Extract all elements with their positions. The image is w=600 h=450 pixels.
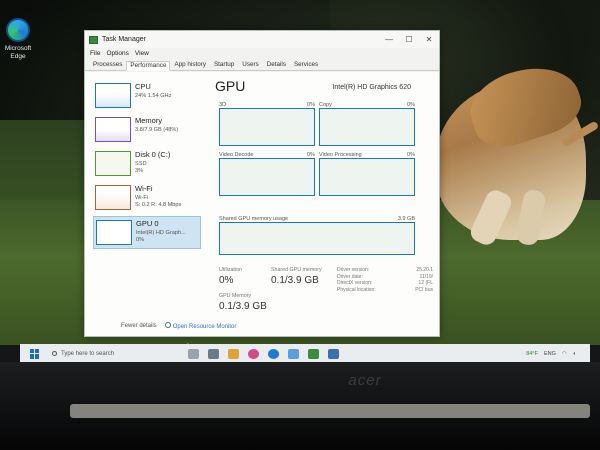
minimize-button[interactable]: —	[379, 35, 399, 44]
task-view-icon[interactable]	[188, 348, 199, 359]
language-indicator[interactable]: ENG	[544, 351, 556, 357]
app-icon[interactable]	[288, 348, 299, 359]
wifi-mini-graph	[95, 185, 131, 210]
system-tray: 84°F ENG ◠ ◖	[526, 351, 590, 357]
window-title: Task Manager	[102, 36, 146, 43]
engine-graphs: 3D 0% Copy 0% Video Decode 0% Video Process…	[219, 102, 415, 196]
taskbar-search[interactable]: Type here to search	[52, 348, 162, 360]
task-manager-taskbar-icon[interactable]	[308, 348, 319, 359]
edge-taskbar-icon[interactable]	[268, 348, 279, 359]
fewer-details-link[interactable]: Fewer details	[121, 323, 157, 329]
task-manager-icon	[89, 35, 98, 44]
title-bar[interactable]: Task Manager — ☐ ✕	[85, 31, 439, 48]
gpu-memory-value: 0.1/3.9 GB	[219, 301, 267, 312]
performance-panel: CPU 24% 1.54 GHz Memory 3.8/7.9 GB (48%)…	[85, 72, 439, 353]
sidebar-item-disk[interactable]: Disk 0 (C:) SSD 3%	[93, 148, 201, 181]
gpu-detail: GPU Intel(R) HD Graphics 620 3D 0% Copy 0%…	[215, 78, 435, 312]
disk-mini-graph	[95, 151, 131, 176]
graph-3d[interactable]: 3D 0%	[219, 102, 315, 146]
tab-bar: Processes Performance App history Startu…	[85, 59, 439, 71]
edge-icon	[6, 18, 30, 42]
menu-bar: File Options View	[85, 48, 439, 59]
pinned-apps	[188, 348, 339, 359]
utilization-label: Utilization	[219, 267, 242, 273]
open-resource-monitor-link[interactable]: Open Resource Monitor	[164, 322, 236, 330]
desktop-icon-label: Microsoft Edge	[4, 45, 32, 60]
tab-startup[interactable]: Startup	[210, 60, 238, 70]
cpu-mini-graph	[95, 83, 131, 108]
task-manager-window: Task Manager — ☐ ✕ File Options View Pro…	[84, 30, 440, 353]
driver-details: Driver version: 25.20.1 Driver date: 11/19…	[337, 267, 433, 293]
close-button[interactable]: ✕	[419, 35, 439, 44]
volume-icon[interactable]: ◖	[573, 351, 576, 357]
menu-view[interactable]: View	[135, 50, 149, 57]
gpu-memory-label: GPU Memory	[219, 293, 252, 299]
footer: Fewer details Open Resource Monitor	[121, 322, 236, 330]
resource-monitor-icon	[164, 322, 171, 328]
widgets-icon[interactable]	[208, 348, 219, 359]
desktop-icon-edge[interactable]: Microsoft Edge	[2, 18, 34, 61]
shared-memory-label: Shared GPU memory	[271, 267, 322, 273]
graph-video-decode[interactable]: Video Decode 0%	[219, 152, 315, 196]
store-icon[interactable]	[248, 348, 259, 359]
wifi-tray-icon[interactable]: ◠	[562, 351, 567, 357]
weather-widget[interactable]: 84°F	[526, 351, 538, 357]
start-button[interactable]	[30, 348, 40, 359]
menu-options[interactable]: Options	[106, 50, 128, 57]
gpu-model-name: Intel(R) HD Graphics 620	[332, 84, 411, 91]
graph-copy[interactable]: Copy 0%	[319, 102, 415, 146]
tab-performance[interactable]: Performance	[126, 61, 171, 71]
utilization-value: 0%	[219, 275, 234, 286]
gpu-mini-graph	[96, 220, 132, 245]
menu-file[interactable]: File	[90, 50, 100, 57]
taskbar: Type here to search 84°F ENG ◠ ◖	[20, 344, 590, 363]
tab-processes[interactable]: Processes	[89, 60, 126, 70]
file-explorer-icon[interactable]	[228, 348, 239, 359]
sidebar-item-wifi[interactable]: Wi-Fi Wi-Fi S: 0.2 R: 4.8 Mbps	[93, 182, 201, 215]
mail-icon[interactable]	[328, 348, 339, 359]
maximize-button[interactable]: ☐	[399, 35, 419, 44]
tab-services[interactable]: Services	[290, 60, 322, 70]
search-icon	[52, 351, 57, 356]
gpu-stats: Utilization 0% Shared GPU memory 0.1/3.9…	[219, 267, 433, 317]
resource-sidebar: CPU 24% 1.54 GHz Memory 3.8/7.9 GB (48%)…	[93, 80, 201, 250]
acer-logo: acer	[348, 372, 382, 389]
sidebar-item-memory[interactable]: Memory 3.8/7.9 GB (48%)	[93, 114, 201, 147]
shared-memory-value: 0.1/3.9 GB	[271, 275, 319, 286]
sidebar-item-gpu[interactable]: GPU 0 Intel(R) HD Graph... 0%	[93, 216, 201, 249]
shared-memory-graph: Shared GPU memory usage 3.9 GB	[219, 216, 415, 255]
sidebar-item-cpu[interactable]: CPU 24% 1.54 GHz	[93, 80, 201, 113]
memory-mini-graph	[95, 117, 131, 142]
tab-details[interactable]: Details	[263, 60, 290, 70]
laptop-hinge	[70, 404, 590, 418]
graph-video-processing[interactable]: Video Processing 0%	[319, 152, 415, 196]
tab-users[interactable]: Users	[238, 60, 262, 70]
tab-app-history[interactable]: App history	[170, 60, 210, 70]
